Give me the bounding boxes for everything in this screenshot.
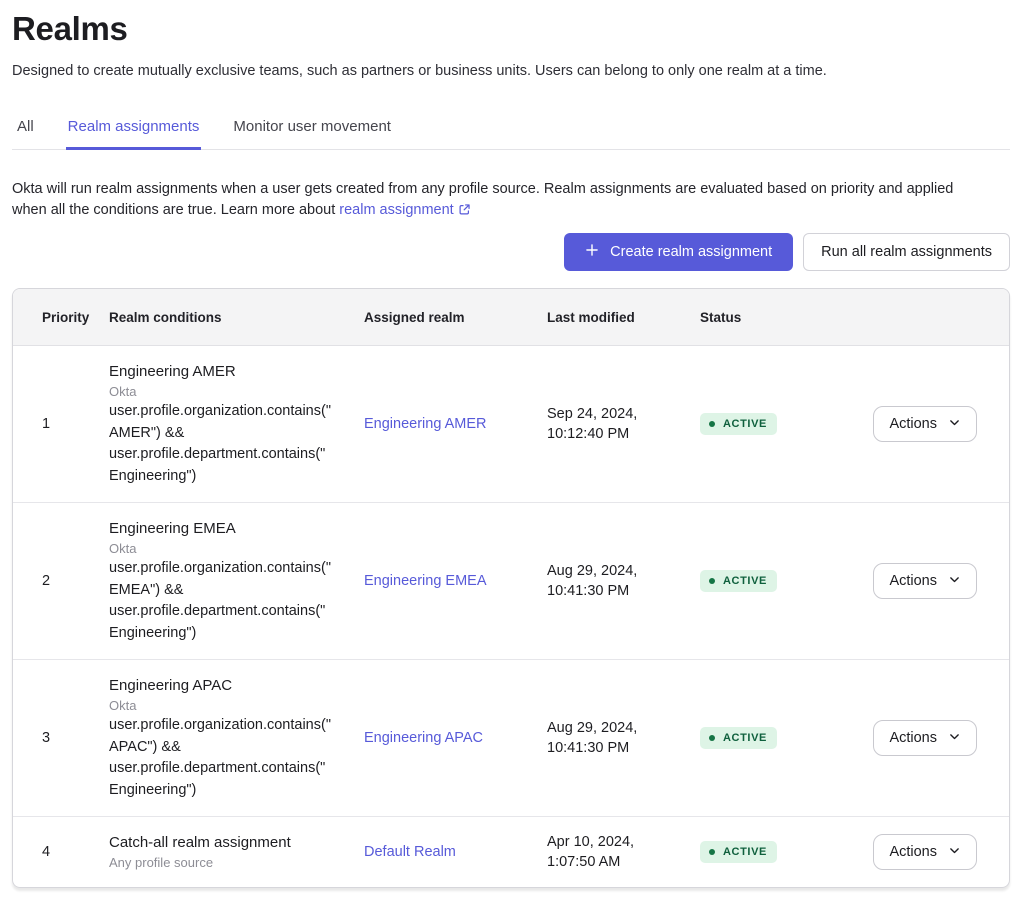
assigned-realm-cell: Engineering APAC — [364, 660, 547, 817]
status-dot-icon — [709, 735, 715, 741]
status-cell: ACTIVE — [700, 660, 842, 817]
condition-source: Any profile source — [109, 854, 364, 872]
tab-monitor-user-movement[interactable]: Monitor user movement — [231, 118, 393, 150]
actions-button-label: Actions — [889, 416, 937, 432]
assigned-realm-cell: Engineering AMER — [364, 346, 547, 503]
condition-source: Okta — [109, 697, 364, 715]
actions-button-label: Actions — [889, 730, 937, 746]
realm-conditions-cell: Engineering AMER Okta user.profile.organ… — [109, 346, 364, 503]
last-modified-cell: Apr 10, 2024, 1:07:50 AM — [547, 817, 700, 888]
assigned-realm-link[interactable]: Engineering AMER — [364, 416, 487, 432]
status-cell: ACTIVE — [700, 503, 842, 660]
condition-source: Okta — [109, 540, 364, 558]
actions-button[interactable]: Actions — [873, 406, 977, 442]
realm-assignment-link-label: realm assignment — [339, 202, 453, 218]
condition-title: Catch-all realm assignment — [109, 832, 364, 854]
last-modified-cell: Aug 29, 2024, 10:41:30 PM — [547, 660, 700, 817]
assigned-realm-link[interactable]: Default Realm — [364, 844, 456, 860]
priority-cell: 2 — [13, 503, 109, 660]
priority-cell: 1 — [13, 346, 109, 503]
chevron-down-icon — [948, 572, 961, 590]
actions-cell: Actions — [842, 817, 1009, 888]
actions-button-label: Actions — [889, 573, 937, 589]
status-badge: ACTIVE — [700, 727, 777, 749]
condition-title: Engineering AMER — [109, 361, 364, 383]
realm-conditions-cell: Engineering APAC Okta user.profile.organ… — [109, 660, 364, 817]
column-header-priority: Priority — [13, 289, 109, 346]
chevron-down-icon — [948, 729, 961, 747]
toolbar: Create realm assignment Run all realm as… — [12, 233, 1010, 271]
actions-button[interactable]: Actions — [873, 834, 977, 870]
status-dot-icon — [709, 849, 715, 855]
actions-button[interactable]: Actions — [873, 563, 977, 599]
status-badge: ACTIVE — [700, 413, 777, 435]
condition-expression: user.profile.organization.contains("EMEA… — [109, 558, 331, 644]
assigned-realm-cell: Default Realm — [364, 817, 547, 888]
column-header-realm-conditions: Realm conditions — [109, 289, 364, 346]
condition-expression: user.profile.organization.contains("AMER… — [109, 401, 331, 487]
status-cell: ACTIVE — [700, 817, 842, 888]
last-modified-cell: Sep 24, 2024, 10:12:40 PM — [547, 346, 700, 503]
realm-assignment-link[interactable]: realm assignment — [339, 202, 470, 218]
priority-cell: 4 — [13, 817, 109, 888]
realm-conditions-cell: Catch-all realm assignment Any profile s… — [109, 817, 364, 888]
column-header-last-modified: Last modified — [547, 289, 700, 346]
status-dot-icon — [709, 421, 715, 427]
assigned-realm-cell: Engineering EMEA — [364, 503, 547, 660]
realm-conditions-cell: Engineering EMEA Okta user.profile.organ… — [109, 503, 364, 660]
realm-assignments-table: Priority Realm conditions Assigned realm… — [13, 289, 1009, 887]
tab-realm-assignments[interactable]: Realm assignments — [66, 118, 202, 150]
table-row-3: 3 Engineering APAC Okta user.profile.org… — [13, 660, 1009, 817]
external-link-icon — [454, 202, 471, 218]
actions-cell: Actions — [842, 503, 1009, 660]
condition-title: Engineering APAC — [109, 675, 364, 697]
realms-page: Realms Designed to create mutually exclu… — [0, 0, 1022, 888]
column-header-actions — [842, 289, 1009, 346]
actions-button-label: Actions — [889, 844, 937, 860]
page-subtitle: Designed to create mutually exclusive te… — [12, 61, 1010, 81]
table-row-4: 4 Catch-all realm assignment Any profile… — [13, 817, 1009, 888]
column-header-status: Status — [700, 289, 842, 346]
assigned-realm-link[interactable]: Engineering EMEA — [364, 573, 487, 589]
table-row-2: 2 Engineering EMEA Okta user.profile.org… — [13, 503, 1009, 660]
description-text: Okta will run realm assignments when a u… — [12, 181, 953, 218]
status-dot-icon — [709, 578, 715, 584]
table-header-row: Priority Realm conditions Assigned realm… — [13, 289, 1009, 346]
tab-all[interactable]: All — [15, 118, 36, 150]
assigned-realm-link[interactable]: Engineering APAC — [364, 730, 483, 746]
status-badge: ACTIVE — [700, 841, 777, 863]
status-cell: ACTIVE — [700, 346, 842, 503]
actions-button[interactable]: Actions — [873, 720, 977, 756]
realm-assignments-table-card: Priority Realm conditions Assigned realm… — [12, 288, 1010, 888]
create-realm-assignment-label: Create realm assignment — [610, 244, 772, 260]
create-realm-assignment-button[interactable]: Create realm assignment — [564, 233, 793, 271]
status-label: ACTIVE — [723, 418, 767, 430]
status-label: ACTIVE — [723, 575, 767, 587]
priority-cell: 3 — [13, 660, 109, 817]
page-title: Realms — [12, 10, 1010, 48]
chevron-down-icon — [948, 843, 961, 861]
status-label: ACTIVE — [723, 846, 767, 858]
condition-expression: user.profile.organization.contains("APAC… — [109, 715, 331, 801]
condition-source: Okta — [109, 383, 364, 401]
tab-description: Okta will run realm assignments when a u… — [12, 179, 992, 221]
status-badge: ACTIVE — [700, 570, 777, 592]
actions-cell: Actions — [842, 660, 1009, 817]
table-row-1: 1 Engineering AMER Okta user.profile.org… — [13, 346, 1009, 503]
tab-bar: All Realm assignments Monitor user movem… — [12, 118, 1010, 150]
column-header-assigned-realm: Assigned realm — [364, 289, 547, 346]
run-all-realm-assignments-button[interactable]: Run all realm assignments — [803, 233, 1010, 271]
actions-cell: Actions — [842, 346, 1009, 503]
status-label: ACTIVE — [723, 732, 767, 744]
last-modified-cell: Aug 29, 2024, 10:41:30 PM — [547, 503, 700, 660]
condition-title: Engineering EMEA — [109, 518, 364, 540]
plus-icon — [585, 243, 599, 261]
chevron-down-icon — [948, 415, 961, 433]
